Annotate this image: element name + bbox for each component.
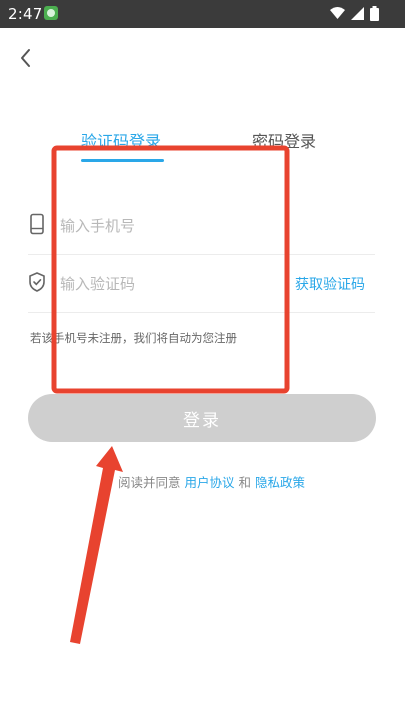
register-hint: 若该手机号未注册，我们将自动为您注册	[30, 331, 237, 345]
login-tabs: 验证码登录 密码登录	[0, 128, 405, 168]
signal-icon	[351, 7, 364, 20]
annotation-overlay	[51, 145, 290, 644]
login-button[interactable]: 登录	[28, 394, 376, 442]
phone-input[interactable]	[58, 208, 292, 244]
back-button[interactable]	[14, 44, 38, 72]
privacy-policy-link[interactable]: 隐私政策	[255, 475, 305, 490]
get-code-button[interactable]: 获取验证码	[295, 274, 365, 294]
phone-icon	[28, 213, 46, 239]
code-row: 获取验证码	[28, 256, 375, 313]
verification-code-input[interactable]	[58, 266, 292, 302]
active-tab-indicator	[81, 159, 164, 162]
user-agreement-link[interactable]: 用户协议	[185, 475, 235, 490]
annotation-arrow	[70, 446, 123, 644]
status-bar: 2:47	[0, 0, 405, 28]
agreement-and: 和	[238, 475, 252, 490]
tab-password-login[interactable]: 密码登录	[252, 128, 316, 152]
app-notification-icon	[44, 6, 58, 20]
status-icons	[330, 6, 379, 21]
battery-icon	[370, 6, 379, 21]
phone-row	[28, 198, 375, 255]
agreement-prefix: 阅读并同意	[118, 475, 181, 490]
status-time: 2:47	[8, 5, 43, 23]
wifi-icon	[330, 7, 345, 19]
shield-icon	[28, 271, 46, 297]
chevron-left-icon	[21, 49, 30, 67]
tab-sms-login[interactable]: 验证码登录	[81, 128, 161, 152]
agreement-line: 阅读并同意 用户协议 和 隐私政策	[118, 472, 305, 491]
